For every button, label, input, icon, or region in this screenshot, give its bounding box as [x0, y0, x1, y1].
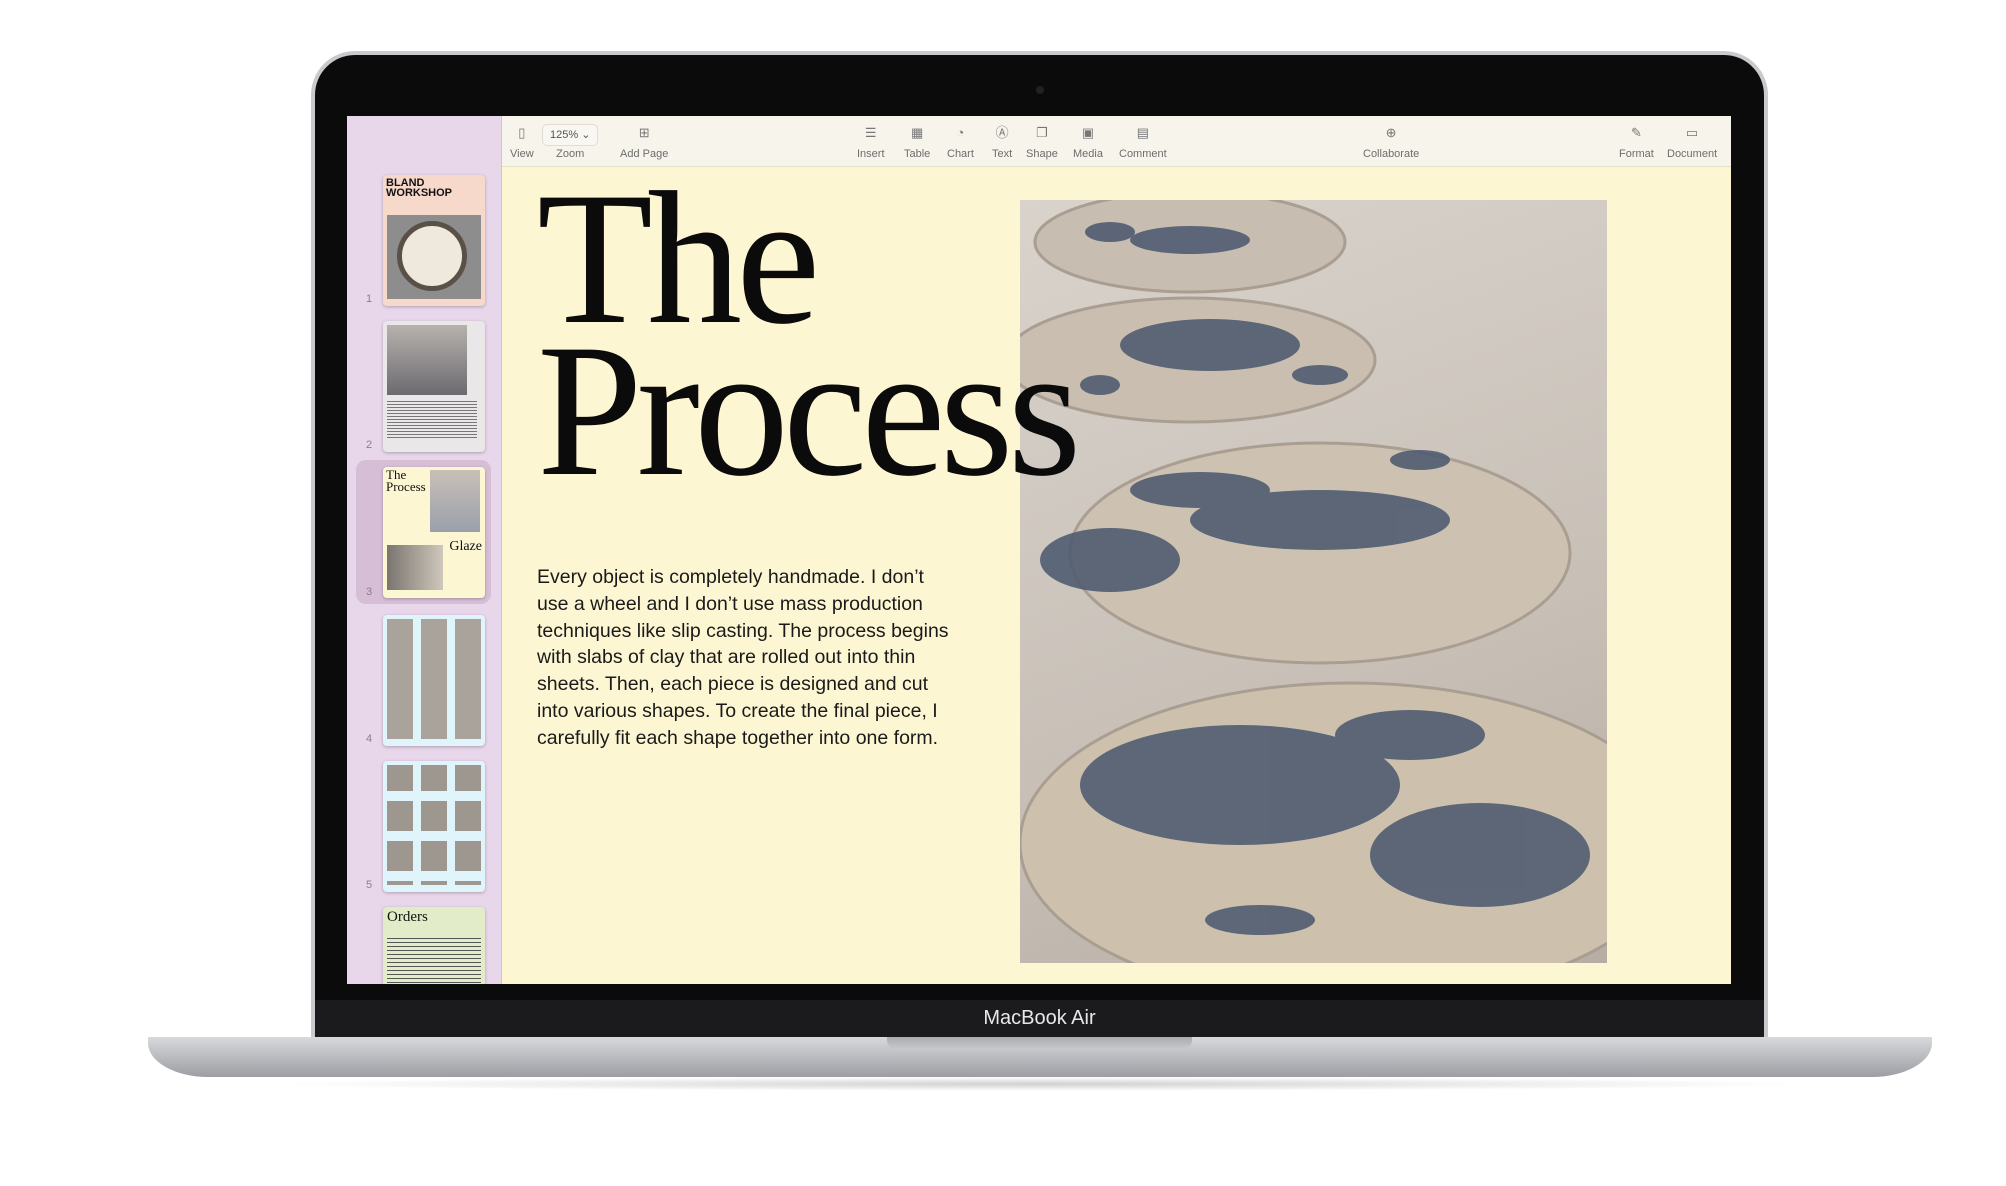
- page-number: 5: [366, 879, 373, 891]
- format-button[interactable]: ✎ Format: [1619, 124, 1654, 160]
- studio-image: [387, 325, 467, 395]
- document-body-text[interactable]: Every object is completely handmade. I d…: [537, 564, 957, 752]
- camera: [1036, 86, 1044, 94]
- thumb-title: The Process: [386, 467, 426, 494]
- table-button[interactable]: ▦ Table: [904, 124, 930, 160]
- shape-button[interactable]: ❐ Shape: [1026, 124, 1058, 160]
- text-box-icon: Ⓐ: [995, 125, 1009, 140]
- document-title-line-2[interactable]: Process: [537, 316, 1081, 506]
- shape-icon: ❐: [1036, 125, 1048, 140]
- thumb-subtitle: Glaze: [449, 539, 482, 554]
- document-button[interactable]: ▭ Document: [1667, 124, 1717, 160]
- thumb-text-lines: [387, 399, 477, 439]
- page-number: 3: [366, 586, 373, 598]
- document-icon: ▭: [1685, 125, 1699, 140]
- insert-button[interactable]: ☰ Insert: [857, 124, 885, 160]
- thumb-title: BLAND WORKSHOP: [386, 177, 452, 199]
- insert-icon: ☰: [864, 125, 877, 140]
- laptop-notch: [887, 1037, 1192, 1050]
- media-icon: ▣: [1081, 125, 1095, 140]
- thumb-title: Orders: [387, 909, 428, 925]
- page-number: 4: [366, 733, 373, 745]
- comment-icon: ▤: [1136, 125, 1149, 140]
- page-thumbnail-4[interactable]: [383, 615, 485, 746]
- sidebar-icon: ▯: [518, 125, 526, 140]
- page-thumbnails-sidebar[interactable]: BLAND WORKSHOP 1 2 The Process Glaze 3 4…: [347, 116, 502, 984]
- chart-icon: ◔: [956, 125, 965, 140]
- table-icon: ▦: [911, 125, 924, 140]
- add-page-icon: ⊞: [638, 125, 650, 140]
- device-label: MacBook Air: [315, 1000, 1764, 1037]
- page-thumbnail-1[interactable]: BLAND WORKSHOP: [383, 175, 485, 306]
- glaze-image: [387, 545, 443, 590]
- page-thumbnail-5[interactable]: [383, 761, 485, 892]
- laptop-shadow: [260, 1077, 1820, 1091]
- view-button[interactable]: ▯ View: [510, 124, 534, 160]
- text-button[interactable]: Ⓐ Text: [992, 124, 1012, 160]
- comment-button[interactable]: ▤ Comment: [1119, 124, 1167, 160]
- product-grid: [387, 619, 481, 739]
- orders-table: [387, 935, 481, 984]
- plates-image: [430, 470, 480, 532]
- format-brush-icon: ✎: [1630, 125, 1642, 140]
- page-thumbnail-3[interactable]: The Process Glaze: [383, 467, 485, 598]
- bowl-image: [387, 215, 481, 299]
- page-thumbnail-6[interactable]: Orders: [383, 907, 485, 984]
- plates-illustration: [1003, 190, 1682, 984]
- chevron-down-icon: ⌄: [581, 129, 591, 141]
- clay-plates-photo[interactable]: [1003, 190, 1682, 984]
- collaborate-icon: ⊕: [1385, 125, 1397, 140]
- page-thumbnail-2[interactable]: [383, 321, 485, 452]
- pages-app-window: BLAND WORKSHOP 1 2 The Process Glaze 3 4…: [347, 116, 1731, 984]
- media-button[interactable]: ▣ Media: [1073, 124, 1103, 160]
- page-number: 2: [366, 439, 373, 451]
- page-number: 1: [366, 293, 373, 305]
- chart-button[interactable]: ◔ Chart: [947, 124, 974, 160]
- zoom-dropdown[interactable]: 125% ⌄: [542, 124, 599, 146]
- collaborate-button[interactable]: ⊕ Collaborate: [1363, 124, 1419, 160]
